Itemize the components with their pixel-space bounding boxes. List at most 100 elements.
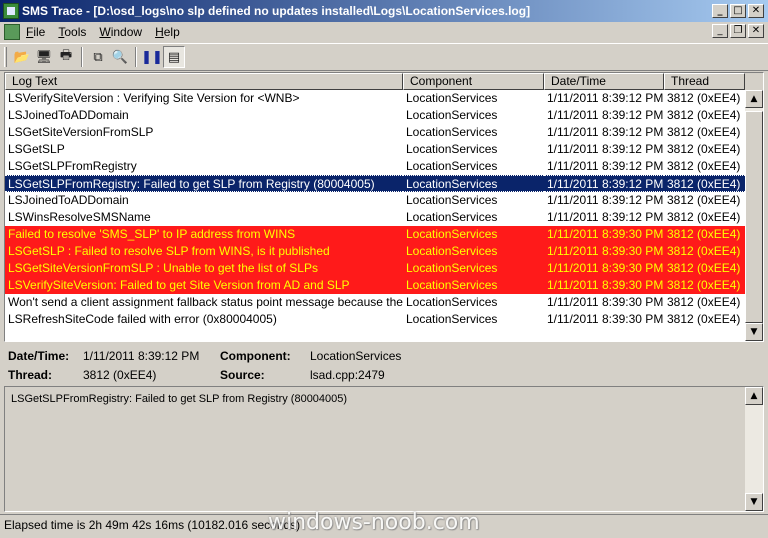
component-cell: LocationServices <box>406 210 498 224</box>
component-cell: LocationServices <box>406 159 498 173</box>
watermark: windows-noob.com <box>268 510 480 535</box>
table-row[interactable]: LSGetSLPFromRegistry LocationServices 1/11… <box>5 158 763 175</box>
minimize-button[interactable]: _ <box>712 4 728 18</box>
datetime-cell: 1/11/2011 8:39:12 PM <box>547 125 664 139</box>
child-minimize-button[interactable]: _ <box>712 24 728 38</box>
table-row[interactable]: LSJoinedToADDomain LocationServices 1/11/2… <box>5 107 763 124</box>
copy-icon[interactable]: ⧉ <box>87 46 109 68</box>
table-row[interactable]: LSVerifySiteVersion : Verifying Site Ver… <box>5 90 763 107</box>
component-cell: LocationServices <box>406 278 498 292</box>
log-text-cell: LSGetSLP <box>8 142 65 156</box>
log-text-cell: LSVerifySiteVersion: Failed to get Site … <box>8 278 350 292</box>
datetime-value: 1/11/2011 8:39:12 PM <box>83 349 200 363</box>
component-cell: LocationServices <box>406 125 498 139</box>
component-cell: LocationServices <box>406 91 498 105</box>
print-setup-icon[interactable]: 🖥 <box>33 46 55 68</box>
print-icon[interactable]: 🖶 <box>55 46 77 68</box>
child-close-button[interactable]: ✕ <box>748 24 764 38</box>
log-text-cell: LSGetSiteVersionFromSLP <box>8 125 154 139</box>
document-icon[interactable] <box>4 24 20 40</box>
menu-tools[interactable]: Tools <box>58 25 86 39</box>
message-scrollbar[interactable]: ▲ ▼ <box>745 387 763 511</box>
title-bar[interactable]: SMS Trace - [D:\osd_logs\no slp defined … <box>0 0 768 22</box>
scroll-thumb[interactable] <box>745 111 763 323</box>
thread-cell: 3812 (0xEE4) <box>667 193 741 207</box>
find-icon[interactable]: 🔍 <box>109 46 131 68</box>
datetime-cell: 1/11/2011 8:39:30 PM <box>547 227 664 241</box>
column-header-datetime[interactable]: Date/Time <box>544 73 664 90</box>
thread-cell: 3812 (0xEE4) <box>667 312 741 326</box>
datetime-cell: 1/11/2011 8:39:30 PM <box>547 295 664 309</box>
log-text-cell: LSGetSLP : Failed to resolve SLP from WI… <box>8 244 330 258</box>
child-restore-button[interactable]: ❐ <box>730 24 746 38</box>
component-cell: LocationServices <box>406 142 498 156</box>
column-header-thread[interactable]: Thread <box>664 73 745 90</box>
thread-cell: 3812 (0xEE4) <box>667 244 741 258</box>
close-button[interactable]: ✕ <box>748 4 764 18</box>
table-row[interactable]: Failed to resolve 'SMS_SLP' to IP addres… <box>5 226 763 243</box>
message-scroll-down-button[interactable]: ▼ <box>745 493 763 511</box>
column-header-log-text[interactable]: Log Text <box>5 73 403 90</box>
table-row[interactable]: LSGetSLP : Failed to resolve SLP from WI… <box>5 243 763 260</box>
details-pane: Date/Time: 1/11/2011 8:39:12 PM Componen… <box>8 346 748 386</box>
log-rows: LSVerifySiteVersion : Verifying Site Ver… <box>5 90 763 328</box>
thread-cell: 3812 (0xEE4) <box>667 261 741 275</box>
thread-cell: 3812 (0xEE4) <box>664 175 745 192</box>
thread-value: 3812 (0xEE4) <box>83 368 157 382</box>
datetime-cell: 1/11/2011 8:39:12 PM <box>547 142 664 156</box>
scroll-up-button[interactable]: ▲ <box>745 90 763 108</box>
open-icon[interactable]: 📂 <box>11 46 33 68</box>
datetime-cell: 1/11/2011 8:39:12 PM <box>547 159 664 173</box>
app-icon <box>3 3 19 19</box>
vertical-scrollbar[interactable]: ▲ ▼ <box>745 90 763 341</box>
menu-bar: File Tools Window Help <box>0 22 768 42</box>
component-cell: LocationServices <box>406 108 498 122</box>
thread-cell: 3812 (0xEE4) <box>667 227 741 241</box>
pause-icon[interactable]: ❚❚ <box>141 46 163 68</box>
table-row[interactable]: LSWinsResolveSMSName LocationServices 1/11… <box>5 209 763 226</box>
datetime-cell: 1/11/2011 8:39:30 PM <box>547 261 664 275</box>
maximize-button[interactable]: □ <box>730 4 746 18</box>
thread-cell: 3812 (0xEE4) <box>667 142 741 156</box>
table-row[interactable]: Won't send a client assignment fallback … <box>5 294 763 311</box>
menu-window[interactable]: Window <box>99 25 142 39</box>
datetime-cell: 1/11/2011 8:39:30 PM <box>547 244 664 258</box>
toolbar-separator <box>135 47 137 67</box>
component-label: Component: <box>220 349 291 363</box>
component-cell: LocationServices <box>406 193 498 207</box>
datetime-cell: 1/11/2011 8:39:12 PM <box>547 210 664 224</box>
component-cell: LocationServices <box>406 312 498 326</box>
menu-file[interactable]: File <box>26 25 45 39</box>
menu-help[interactable]: Help <box>155 25 180 39</box>
details-pane-icon[interactable]: ▤ <box>163 46 185 68</box>
log-list[interactable]: Log Text Component Date/Time Thread LSVe… <box>4 72 764 342</box>
table-row[interactable]: LSGetSLP LocationServices 1/11/2011 8:39:1… <box>5 141 763 158</box>
column-header-component[interactable]: Component <box>403 73 544 90</box>
component-cell: LocationServices <box>406 261 498 275</box>
table-row[interactable]: LSVerifySiteVersion: Failed to get Site … <box>5 277 763 294</box>
log-text-cell: LSGetSLPFromRegistry <box>8 159 137 173</box>
datetime-cell: 1/11/2011 8:39:30 PM <box>547 278 664 292</box>
thread-cell: 3812 (0xEE4) <box>667 278 741 292</box>
datetime-label: Date/Time: <box>8 349 70 363</box>
message-text-area[interactable]: LSGetSLPFromRegistry: Failed to get SLP … <box>4 386 764 512</box>
table-row[interactable]: LSGetSiteVersionFromSLP LocationServices 1… <box>5 124 763 141</box>
toolbar-separator <box>81 47 83 67</box>
table-row[interactable]: LSRefreshSiteCode failed with error (0x8… <box>5 311 763 328</box>
component-cell: LocationServices <box>406 227 498 241</box>
toolbar-grip[interactable] <box>4 47 7 67</box>
log-text-cell: LSVerifySiteVersion : Verifying Site Ver… <box>8 91 300 105</box>
table-row[interactable]: LSGetSLPFromRegistry: Failed to get SLP … <box>5 175 763 192</box>
thread-cell: 3812 (0xEE4) <box>667 210 741 224</box>
scroll-down-button[interactable]: ▼ <box>745 323 763 341</box>
source-value: lsad.cpp:2479 <box>310 368 385 382</box>
thread-cell: 3812 (0xEE4) <box>667 159 741 173</box>
thread-label: Thread: <box>8 368 53 382</box>
message-scroll-up-button[interactable]: ▲ <box>745 387 763 405</box>
component-value: LocationServices <box>310 349 402 363</box>
table-row[interactable]: LSJoinedToADDomain LocationServices 1/11/2… <box>5 192 763 209</box>
datetime-cell: 1/11/2011 8:39:12 PM <box>544 175 664 192</box>
toolbar: 📂 🖥 🖶 ⧉ 🔍 ❚❚ ▤ <box>0 43 768 71</box>
table-row[interactable]: LSGetSiteVersionFromSLP : Unable to get … <box>5 260 763 277</box>
datetime-cell: 1/11/2011 8:39:12 PM <box>547 91 664 105</box>
